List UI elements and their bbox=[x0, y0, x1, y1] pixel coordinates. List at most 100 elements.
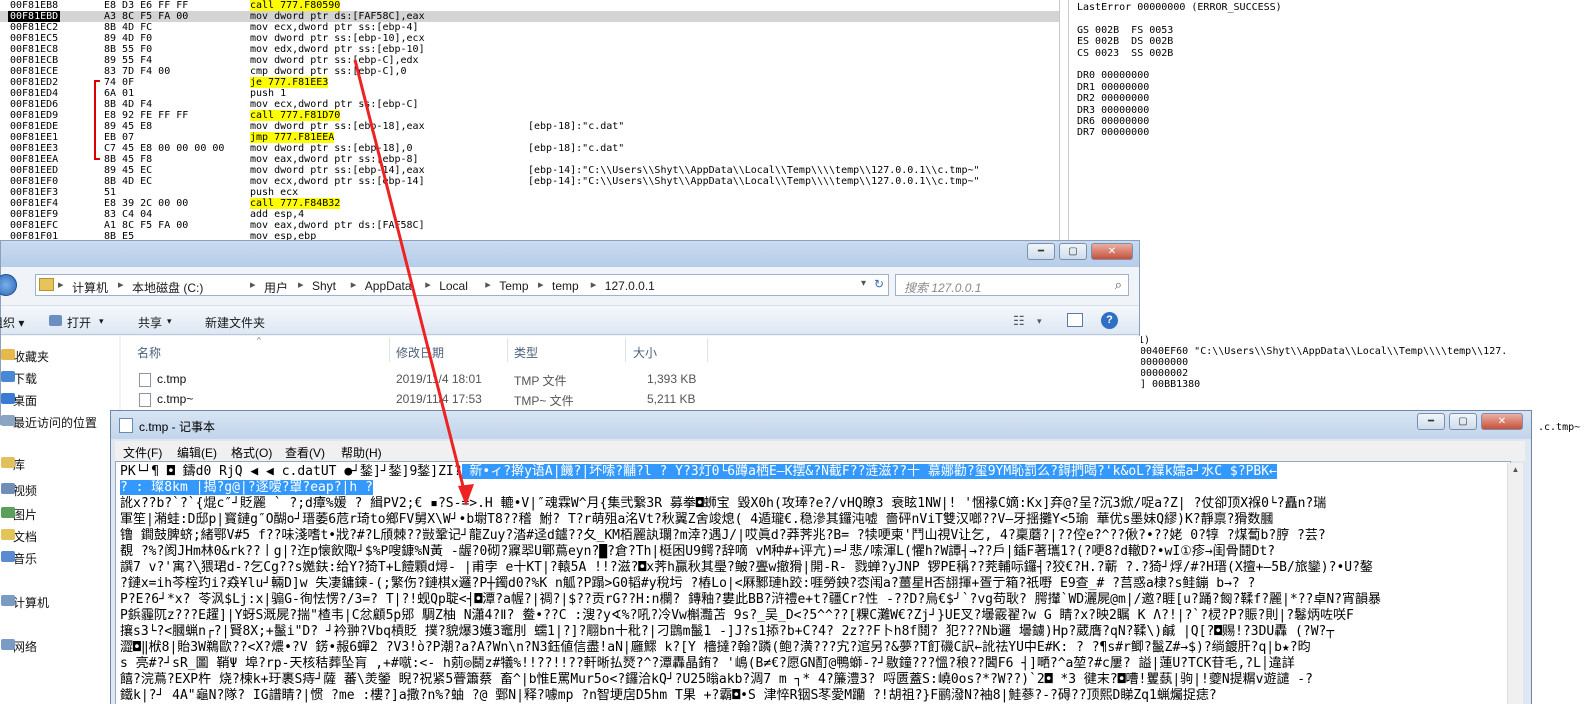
breadcrumb-separator-icon[interactable]: ▸ bbox=[538, 278, 544, 291]
chevron-down-icon[interactable]: ▾ bbox=[861, 278, 866, 289]
disasm-row[interactable]: 00F81ED9 E8 92 FE FF FF call 777.F81D70 bbox=[0, 110, 1059, 121]
nav-item[interactable]: 网络 bbox=[1, 638, 37, 655]
address-bar[interactable]: ▸ 计算机 ▸ 本地磁盘 (C:) ▸ 用户 ▸ Shyt ▸ AppData ▸ Local ▸ Tem… bbox=[35, 274, 889, 296]
disasm-row[interactable]: 00F81ECB 89 55 F4 mov dword ptr ss:[ebp-C]… bbox=[0, 55, 1059, 66]
breadcrumb-item[interactable]: 用户 bbox=[264, 279, 288, 296]
new-folder-button[interactable]: 新建文件夹 bbox=[205, 314, 265, 331]
nav-item[interactable]: 计算机 bbox=[1, 594, 49, 611]
breadcrumb-item[interactable]: 127.0.0.1 bbox=[605, 279, 655, 293]
organize-button[interactable]: 组织 ▾ bbox=[0, 314, 24, 331]
close-button[interactable]: ✕ bbox=[1481, 413, 1523, 430]
disasm-row[interactable]: 00F81EFC A1 8C F5 FA 00 mov eax,dword ptr … bbox=[0, 220, 1059, 231]
menu-item[interactable]: 查看(V) bbox=[285, 444, 325, 461]
open-button[interactable]: 打开 bbox=[67, 314, 91, 331]
breadcrumb-separator-icon[interactable]: ▸ bbox=[351, 278, 357, 291]
search-icon[interactable]: ⌕ bbox=[1115, 277, 1122, 293]
disasm-row[interactable]: 00F81EF9 83 C4 04 add esp,4 bbox=[0, 209, 1059, 220]
disasm-row[interactable]: 00F81EDE 89 45 E8 mov dword ptr ss:[ebp-18… bbox=[0, 121, 1059, 132]
column-divider[interactable] bbox=[389, 338, 390, 362]
open-chevron-icon[interactable]: ▾ bbox=[99, 316, 104, 327]
column-divider[interactable] bbox=[625, 338, 626, 362]
breadcrumb-separator-icon[interactable]: ▸ bbox=[425, 278, 431, 291]
nav-item[interactable]: 最近访问的位置 bbox=[1, 414, 97, 431]
help-icon[interactable]: ? bbox=[1101, 312, 1118, 329]
menu-item[interactable]: 格式(O) bbox=[231, 444, 272, 461]
disasm-row[interactable]: 00F81EC5 89 4D F0 mov dword ptr ss:[ebp-10… bbox=[0, 33, 1059, 44]
menu-item[interactable]: 文件(F) bbox=[123, 444, 162, 461]
nav-item[interactable]: 收藏夹 bbox=[1, 348, 49, 365]
disasm-row[interactable]: 00F81EE3 C7 45 E8 00 00 00 00 mov dword pt… bbox=[0, 143, 1059, 154]
scroll-up-icon[interactable]: ▲ bbox=[1510, 465, 1521, 479]
column-divider[interactable] bbox=[707, 338, 708, 362]
file-name[interactable]: c.tmp bbox=[157, 372, 186, 386]
nav-item[interactable]: 库 bbox=[1, 456, 25, 473]
breadcrumb-item[interactable]: 计算机 bbox=[72, 279, 108, 296]
maximize-button[interactable]: ▢ bbox=[1449, 413, 1477, 430]
nav-item[interactable]: 视频 bbox=[1, 482, 37, 499]
column-size[interactable]: 大小 bbox=[633, 344, 657, 361]
disasm-row[interactable]: 00F81EC8 8B 55 F0 mov edx,dword ptr ss:[eb… bbox=[0, 44, 1059, 55]
disasm-row[interactable]: 00F81ED4 6A 01 push 1 bbox=[0, 88, 1059, 99]
disasm-bytes: C7 45 E8 00 00 00 00 bbox=[104, 143, 225, 154]
breadcrumb-item[interactable]: Local bbox=[439, 279, 468, 293]
breadcrumb-item[interactable]: temp bbox=[552, 279, 579, 293]
column-divider[interactable] bbox=[507, 338, 508, 362]
file-type: TMP~ 文件 bbox=[514, 394, 574, 408]
nav-item[interactable]: 音乐 bbox=[1, 550, 37, 567]
maximize-button[interactable]: ▢ bbox=[1059, 243, 1087, 260]
disasm-row[interactable]: 00F81EF4 E8 39 2C 00 00 call 777.F84B32 bbox=[0, 198, 1059, 209]
preview-pane-icon[interactable] bbox=[1067, 313, 1083, 327]
breadcrumb-separator-icon[interactable]: ▸ bbox=[250, 278, 256, 291]
notepad-titlebar[interactable]: c.tmp - 记事本 ━ ▢ ✕ bbox=[111, 411, 1531, 439]
minimize-button[interactable]: ━ bbox=[1027, 243, 1055, 260]
search-input[interactable]: 搜索 127.0.0.1 ⌕ bbox=[895, 274, 1129, 296]
nav-item-icon bbox=[1, 551, 15, 562]
disasm-row[interactable]: 00F81EED 89 45 EC mov dword ptr ss:[ebp-14… bbox=[0, 165, 1059, 176]
column-date[interactable]: 修改日期 bbox=[396, 344, 444, 361]
nav-item[interactable]: 文档 bbox=[1, 528, 37, 545]
explorer-titlebar[interactable]: ━ ▢ ✕ bbox=[1, 241, 1139, 267]
breadcrumb-separator-icon[interactable]: ▸ bbox=[485, 278, 491, 291]
column-name[interactable]: 名称 bbox=[137, 344, 161, 361]
nav-item[interactable]: 下载 bbox=[1, 370, 37, 387]
breadcrumb-separator-icon[interactable]: ▸ bbox=[118, 278, 124, 291]
breadcrumb-item[interactable]: 本地磁盘 (C:) bbox=[132, 279, 203, 296]
breadcrumb-separator-icon[interactable]: ▸ bbox=[591, 278, 597, 291]
vertical-scrollbar[interactable]: ▲ bbox=[1507, 463, 1523, 704]
share-chevron-icon[interactable]: ▾ bbox=[167, 316, 172, 327]
text-area[interactable]: PK└┘¶ ◘ 鑄d0 RjQ ◀ ◀ c.datUT ●┘鍫]┘鍫]9鍫]ZI… bbox=[115, 461, 1511, 704]
breadcrumb-item[interactable]: Shyt bbox=[312, 279, 336, 293]
disasm-row[interactable]: 00F81EEA 8B 45 F8 mov eax,dword ptr ss:[eb… bbox=[0, 154, 1059, 165]
disasm-row[interactable]: 00F81ED2 74 0F je 777.F81EE3 bbox=[0, 77, 1059, 88]
disasm-row[interactable]: 00F81EE1 EB 07 jmp 777.F81EEA bbox=[0, 132, 1059, 143]
back-icon[interactable] bbox=[0, 274, 17, 296]
disasm-row[interactable]: 00F81EB8 E8 D3 E6 FF FF call 777.F80590 bbox=[0, 0, 1059, 11]
disasm-row[interactable]: 00F81EF3 51 push ecx bbox=[0, 187, 1059, 198]
breadcrumb-separator-icon[interactable]: ▸ bbox=[298, 278, 304, 291]
view-icon[interactable]: ☷ bbox=[1013, 313, 1025, 329]
nav-item-label: 桌面 bbox=[13, 394, 38, 408]
breadcrumb-item[interactable]: AppData bbox=[365, 279, 412, 293]
disasm-bytes: 89 45 EC bbox=[104, 165, 153, 176]
menu-item[interactable]: 编辑(E) bbox=[177, 444, 217, 461]
disasm-address: 00F81ECB bbox=[10, 55, 59, 66]
disasm-row[interactable]: 00F81ED6 8B 4D F4 mov ecx,dword ptr ss:[eb… bbox=[0, 99, 1059, 110]
disasm-bytes: 8B 55 F0 bbox=[104, 44, 153, 55]
column-type[interactable]: 类型 bbox=[514, 344, 538, 361]
disasm-row[interactable]: 00F81EF0 8B 4D EC mov ecx,dword ptr ss:[eb… bbox=[0, 176, 1059, 187]
nav-item[interactable]: 桌面 bbox=[1, 392, 38, 409]
disasm-row[interactable]: 00F81EC2 8B 4D FC mov ecx,dword ptr ss:[eb… bbox=[0, 22, 1059, 33]
breadcrumb-separator-icon[interactable]: ▸ bbox=[58, 278, 64, 291]
nav-item[interactable]: 图片 bbox=[1, 506, 37, 523]
breadcrumb-item[interactable]: Temp bbox=[499, 279, 528, 293]
refresh-icon[interactable]: ↻ bbox=[874, 277, 884, 291]
close-button[interactable]: ✕ bbox=[1091, 243, 1133, 260]
view-chevron-icon[interactable]: ▾ bbox=[1037, 316, 1042, 327]
file-name[interactable]: c.tmp~ bbox=[157, 392, 193, 406]
disasm-row[interactable]: 00F81EBD A3 8C F5 FA 00 mov dword ptr ds:[… bbox=[0, 11, 1059, 22]
menu-item[interactable]: 帮助(H) bbox=[341, 444, 382, 461]
share-button[interactable]: 共享 bbox=[138, 314, 162, 331]
minimize-button[interactable]: ━ bbox=[1417, 413, 1445, 430]
disasm-row[interactable]: 00F81ECE 83 7D F4 00 cmp dword ptr ss:[ebp… bbox=[0, 66, 1059, 77]
disassembly-pane[interactable]: 00F81EB8 E8 D3 E6 FF FF call 777.F80590 00F… bbox=[0, 0, 1060, 245]
